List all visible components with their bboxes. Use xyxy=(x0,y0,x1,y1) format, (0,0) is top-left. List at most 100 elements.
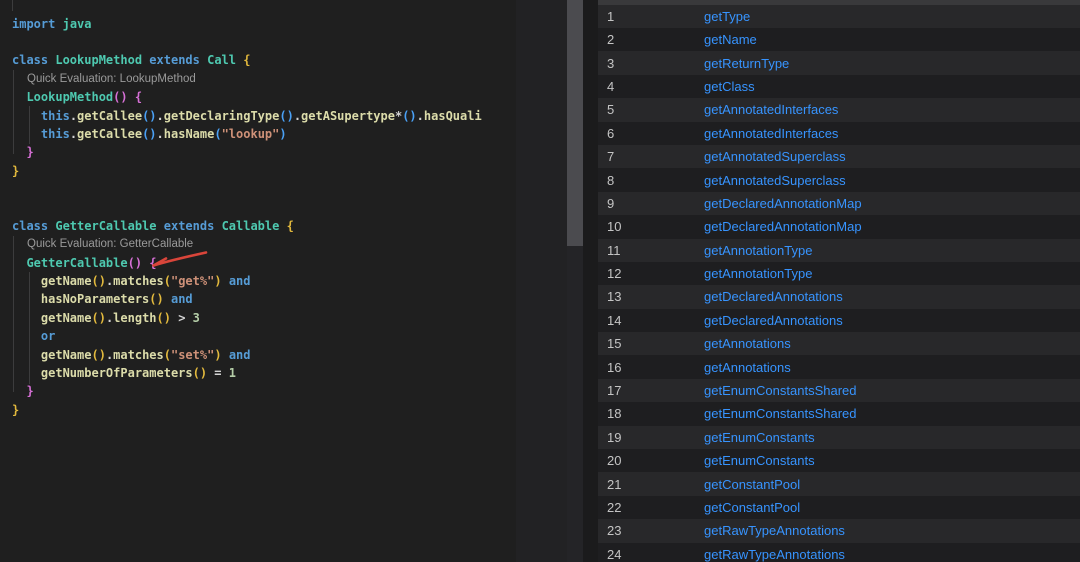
result-row[interactable]: 16 getAnnotations xyxy=(598,355,1080,379)
result-method-link[interactable]: getEnumConstants xyxy=(704,430,815,445)
editor-scrollbar-track[interactable] xyxy=(567,0,583,562)
result-row-number: 15 xyxy=(607,336,622,352)
result-row-number: 6 xyxy=(607,125,615,141)
code-token: ) xyxy=(214,347,222,362)
code-line[interactable]: } xyxy=(0,143,516,161)
code-line[interactable]: class LookupMethod extends Call { xyxy=(0,51,516,69)
code-token: getCallee xyxy=(77,108,143,123)
results-rows: 1 getType 2 getName 3 getReturnType 4 getClass 5… xyxy=(598,4,1080,562)
code-token: and xyxy=(228,274,251,289)
result-row-number: 24 xyxy=(607,546,622,562)
result-row[interactable]: 4 getClass xyxy=(598,74,1080,99)
result-row[interactable]: 1 getType xyxy=(598,4,1080,28)
code-line[interactable]: } xyxy=(0,162,516,180)
result-row[interactable]: 2 getName xyxy=(598,27,1080,52)
result-row[interactable]: 22 getConstantPool xyxy=(598,495,1080,520)
result-row[interactable]: 14 getDeclaredAnnotations xyxy=(598,308,1080,333)
result-row-number: 22 xyxy=(607,499,622,515)
code-token: { xyxy=(286,218,294,233)
code-line[interactable]: class GetterCallable extends Callable { xyxy=(0,217,516,235)
result-row-number: 8 xyxy=(607,172,615,188)
code-token: "set%" xyxy=(170,347,215,362)
result-method-link[interactable]: getClass xyxy=(704,79,755,94)
result-row[interactable]: 3 getReturnType xyxy=(598,51,1080,75)
code-line[interactable]: GetterCallable() { xyxy=(0,254,516,272)
codeql-workbench: { "colors": { "editor_bg": "#1f1f1f", "r… xyxy=(0,0,1080,562)
result-method-link[interactable]: getEnumConstants xyxy=(704,453,815,468)
code-line[interactable]: } xyxy=(0,401,516,419)
code-line[interactable]: this.getCallee().hasName("lookup") xyxy=(0,125,516,143)
result-row[interactable]: 7 getAnnotatedSuperclass xyxy=(598,144,1080,169)
result-row[interactable]: 20 getEnumConstants xyxy=(598,449,1080,473)
code-token: 1 xyxy=(228,366,236,381)
result-method-link[interactable]: getAnnotations xyxy=(704,360,791,375)
code-token: . xyxy=(293,108,302,123)
result-row-number: 16 xyxy=(607,359,622,375)
result-method-link[interactable]: getType xyxy=(704,9,750,24)
result-method-link[interactable]: getDeclaredAnnotationMap xyxy=(704,219,862,234)
result-row[interactable]: 9 getDeclaredAnnotationMap xyxy=(598,191,1080,216)
result-method-link[interactable]: getDeclaredAnnotationMap xyxy=(704,196,862,211)
code-line[interactable]: import java xyxy=(0,15,516,33)
result-row-number: 14 xyxy=(607,312,622,328)
code-line[interactable]: getName().length() > 3 xyxy=(0,309,516,327)
code-token: GetterCallable xyxy=(55,218,157,233)
result-method-link[interactable]: getConstantPool xyxy=(704,500,800,515)
query-results-pane: 1 getType 2 getName 3 getReturnType 4 getClass 5… xyxy=(598,0,1080,562)
result-method-link[interactable]: getDeclaredAnnotations xyxy=(704,313,843,328)
result-row[interactable]: 18 getEnumConstantsShared xyxy=(598,402,1080,426)
result-row[interactable]: 8 getAnnotatedSuperclass xyxy=(598,168,1080,192)
result-method-link[interactable]: getAnnotatedSuperclass xyxy=(704,173,846,188)
codelens-quick-evaluation-link[interactable]: Quick Evaluation: GetterCallable xyxy=(0,235,516,253)
result-row[interactable]: 19 getEnumConstants xyxy=(598,425,1080,450)
result-row[interactable]: 10 getDeclaredAnnotationMap xyxy=(598,215,1080,239)
code-area[interactable]: import java class LookupMethod extends Ca… xyxy=(0,15,516,420)
result-method-link[interactable]: getRawTypeAnnotations xyxy=(704,523,845,538)
result-method-link[interactable]: getConstantPool xyxy=(704,477,800,492)
editor-scrollbar-thumb[interactable] xyxy=(567,0,583,246)
codelens-quick-evaluation-link[interactable]: Quick Evaluation: LookupMethod xyxy=(0,70,516,88)
code-token: this xyxy=(40,108,70,123)
code-line[interactable]: getNumberOfParameters() = 1 xyxy=(0,364,516,382)
result-row[interactable]: 17 getEnumConstantsShared xyxy=(598,378,1080,403)
result-method-link[interactable]: getRawTypeAnnotations xyxy=(704,547,845,562)
result-method-link[interactable]: getDeclaredAnnotations xyxy=(704,289,843,304)
code-token: and xyxy=(228,347,251,362)
code-editor-pane[interactable]: import java class LookupMethod extends Ca… xyxy=(0,0,516,562)
code-token: () xyxy=(91,310,106,325)
code-line[interactable]: this.getCallee().getDeclaringType().getA… xyxy=(0,107,482,125)
code-token: { xyxy=(243,53,251,68)
code-line[interactable]: } xyxy=(0,382,516,400)
result-method-link[interactable]: getEnumConstantsShared xyxy=(704,383,856,398)
code-line[interactable]: getName().matches("set%") and xyxy=(0,346,516,364)
result-row[interactable]: 24 getRawTypeAnnotations xyxy=(598,542,1080,562)
result-row[interactable]: 23 getRawTypeAnnotations xyxy=(598,519,1080,543)
result-method-link[interactable]: getName xyxy=(704,32,757,47)
result-method-link[interactable]: getReturnType xyxy=(704,56,789,71)
result-method-link[interactable]: getEnumConstantsShared xyxy=(704,406,856,421)
result-method-link[interactable]: getAnnotationType xyxy=(704,243,812,258)
result-row[interactable]: 15 getAnnotations xyxy=(598,332,1080,356)
result-method-link[interactable]: getAnnotatedSuperclass xyxy=(704,149,846,164)
result-row[interactable]: 12 getAnnotationType xyxy=(598,261,1080,286)
code-line[interactable]: getName().matches("get%") and xyxy=(0,272,516,290)
code-line[interactable]: LookupMethod() { xyxy=(0,88,516,106)
result-method-link[interactable]: getAnnotations xyxy=(704,336,791,351)
result-method-link[interactable]: getAnnotatedInterfaces xyxy=(704,126,838,141)
code-line[interactable]: or xyxy=(0,327,516,345)
result-row[interactable]: 5 getAnnotatedInterfaces xyxy=(598,98,1080,122)
result-row[interactable]: 6 getAnnotatedInterfaces xyxy=(598,121,1080,145)
code-line[interactable]: hasNoParameters() and xyxy=(0,290,516,308)
code-token: getASupertype xyxy=(301,108,395,123)
result-row-number: 1 xyxy=(607,8,615,24)
result-row[interactable]: 11 getAnnotationType xyxy=(598,238,1080,262)
result-row[interactable]: 21 getConstantPool xyxy=(598,472,1080,496)
code-token: getName xyxy=(40,274,92,289)
result-method-link[interactable]: getAnnotationType xyxy=(704,266,812,281)
result-row[interactable]: 13 getDeclaredAnnotations xyxy=(598,285,1080,309)
result-method-link[interactable]: getAnnotatedInterfaces xyxy=(704,102,838,117)
